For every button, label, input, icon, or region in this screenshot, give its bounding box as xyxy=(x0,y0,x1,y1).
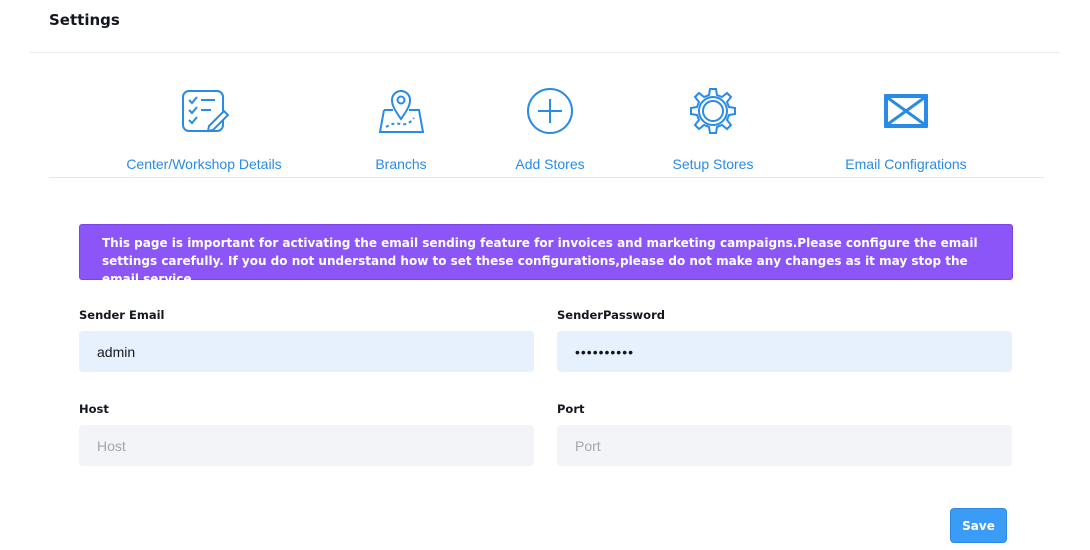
sender-email-label: Sender Email xyxy=(79,308,165,322)
host-label: Host xyxy=(79,402,109,416)
page-title: Settings xyxy=(49,11,120,29)
sender-password-input[interactable] xyxy=(557,331,1012,372)
checklist-icon xyxy=(182,90,229,133)
nav-item-setup-stores[interactable]: Setup Stores xyxy=(603,86,823,176)
save-button[interactable]: Save xyxy=(950,508,1007,543)
nav-item-label: Email Configrations xyxy=(845,156,967,172)
port-input[interactable] xyxy=(557,425,1012,466)
add-circle-icon xyxy=(527,88,573,134)
nav-item-email-configrations[interactable]: Email Configrations xyxy=(796,86,1016,176)
envelope-icon xyxy=(884,94,928,128)
nav-item-center-workshop-details[interactable]: Center/Workshop Details xyxy=(94,86,314,176)
gear-icon xyxy=(690,88,736,134)
settings-nav: Center/Workshop Details Branchs Add Stor… xyxy=(0,60,1090,180)
sender-email-input[interactable] xyxy=(79,331,534,372)
sender-password-label: SenderPassword xyxy=(557,308,665,322)
nav-item-label: Setup Stores xyxy=(672,156,754,172)
nav-divider xyxy=(49,177,1044,178)
host-input[interactable] xyxy=(79,425,534,466)
port-label: Port xyxy=(557,402,585,416)
header-divider xyxy=(30,52,1060,53)
nav-item-label: Center/Workshop Details xyxy=(126,156,282,172)
map-pin-icon xyxy=(378,90,425,133)
email-warning-alert: This page is important for activating th… xyxy=(79,224,1013,286)
